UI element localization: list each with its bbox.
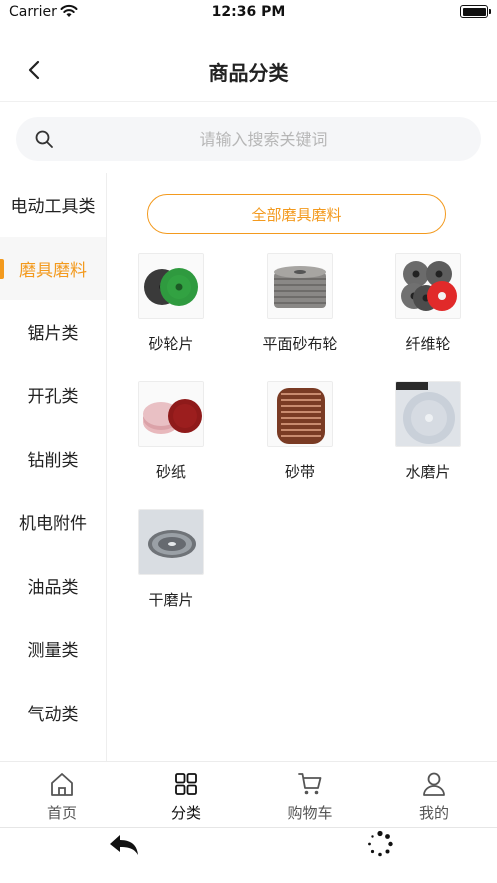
tab-label: 首页 [46, 804, 77, 822]
sidebar-item-electromechanical-accessories[interactable]: 机电附件 [0, 490, 106, 553]
tab-category[interactable]: 分类 [124, 762, 248, 828]
product-flap-disc[interactable]: 平面砂布轮 [245, 253, 355, 373]
home-icon [51, 773, 73, 796]
sidebar-item-power-tools[interactable]: 电动工具类 [0, 173, 106, 236]
search-input[interactable] [66, 117, 461, 161]
product-fiber-wheel[interactable]: 纤维轮 [373, 253, 483, 373]
sidebar-item-label: 油品类 [27, 578, 79, 598]
cart-icon [298, 773, 322, 795]
sidebar-item-abrasives[interactable]: 磨具磨料 [0, 237, 106, 300]
search-icon [35, 130, 53, 148]
sanding-belt-image [267, 381, 333, 447]
grinding-disc-image [138, 253, 204, 319]
sidebar-item-pneumatic[interactable]: 气动类 [0, 681, 106, 744]
sidebar-item-oils[interactable]: 油品类 [0, 554, 106, 617]
sidebar-item-measuring[interactable]: 测量类 [0, 617, 106, 680]
all-abrasives-label: 全部磨具磨料 [251, 205, 342, 224]
tab-home[interactable]: 首页 [0, 762, 124, 828]
wet-polishing-pad-image [395, 381, 461, 447]
fiber-wheel-image [395, 253, 461, 319]
sidebar-item-drilling[interactable]: 钻削类 [0, 427, 106, 490]
sidebar-item-label: 电动工具类 [10, 197, 96, 217]
loading-spinner-icon [368, 830, 393, 857]
bottom-toolbar [0, 827, 497, 883]
product-label: 砂纸 [155, 463, 186, 481]
sandpaper-image [138, 381, 204, 447]
all-abrasives-button[interactable]: 全部磨具磨料 [147, 194, 446, 234]
product-label: 砂带 [284, 463, 315, 481]
product-dry-polishing-pad[interactable]: 干磨片 [116, 509, 226, 629]
flap-disc-image [267, 253, 333, 319]
search-bar[interactable] [16, 117, 481, 161]
product-grinding-disc[interactable]: 砂轮片 [116, 253, 226, 373]
battery-icon [460, 5, 491, 18]
sidebar-item-label: 气动类 [27, 705, 79, 725]
product-label: 纤维轮 [405, 335, 451, 353]
sidebar-item-label: 机电附件 [19, 514, 87, 534]
reply-arrow-icon[interactable] [108, 833, 140, 859]
product-wet-polishing-pad[interactable]: 水磨片 [373, 381, 483, 501]
tab-bar: 首页 分类 购物车 我的 [0, 761, 497, 827]
tab-profile[interactable]: 我的 [372, 762, 496, 828]
sidebar-item-label: 磨具磨料 [19, 261, 87, 281]
dry-polishing-pad-image [138, 509, 204, 575]
tab-label: 分类 [170, 804, 201, 822]
category-sidebar: 电动工具类 磨具磨料 锯片类 开孔类 钻削类 机电附件 油品类 测量类 气动类 [0, 173, 107, 761]
product-label: 平面砂布轮 [262, 335, 338, 353]
sidebar-item-label: 钻削类 [27, 451, 79, 471]
tab-cart[interactable]: 购物车 [248, 762, 372, 828]
navigation-bar: 商品分类 [0, 40, 497, 102]
product-sanding-belt[interactable]: 砂带 [245, 381, 355, 501]
sidebar-item-label: 锯片类 [27, 324, 79, 344]
product-label: 干磨片 [148, 591, 194, 609]
tab-label: 购物车 [287, 804, 333, 822]
sidebar-item-saw-blades[interactable]: 锯片类 [0, 300, 106, 363]
product-label: 水磨片 [405, 463, 451, 481]
sidebar-item-label: 开孔类 [27, 387, 79, 407]
user-icon [423, 772, 445, 796]
product-label: 砂轮片 [148, 335, 194, 353]
product-sandpaper[interactable]: 砂纸 [116, 381, 226, 501]
category-grid-icon [175, 773, 197, 795]
status-bar: Carrier 12:36 PM [0, 0, 497, 26]
page-title: 商品分类 [208, 61, 289, 85]
clock: 12:36 PM [211, 4, 286, 20]
tab-label: 我的 [418, 804, 449, 822]
sidebar-item-hole-saws[interactable]: 开孔类 [0, 363, 106, 426]
sidebar-item-label: 测量类 [27, 641, 79, 661]
